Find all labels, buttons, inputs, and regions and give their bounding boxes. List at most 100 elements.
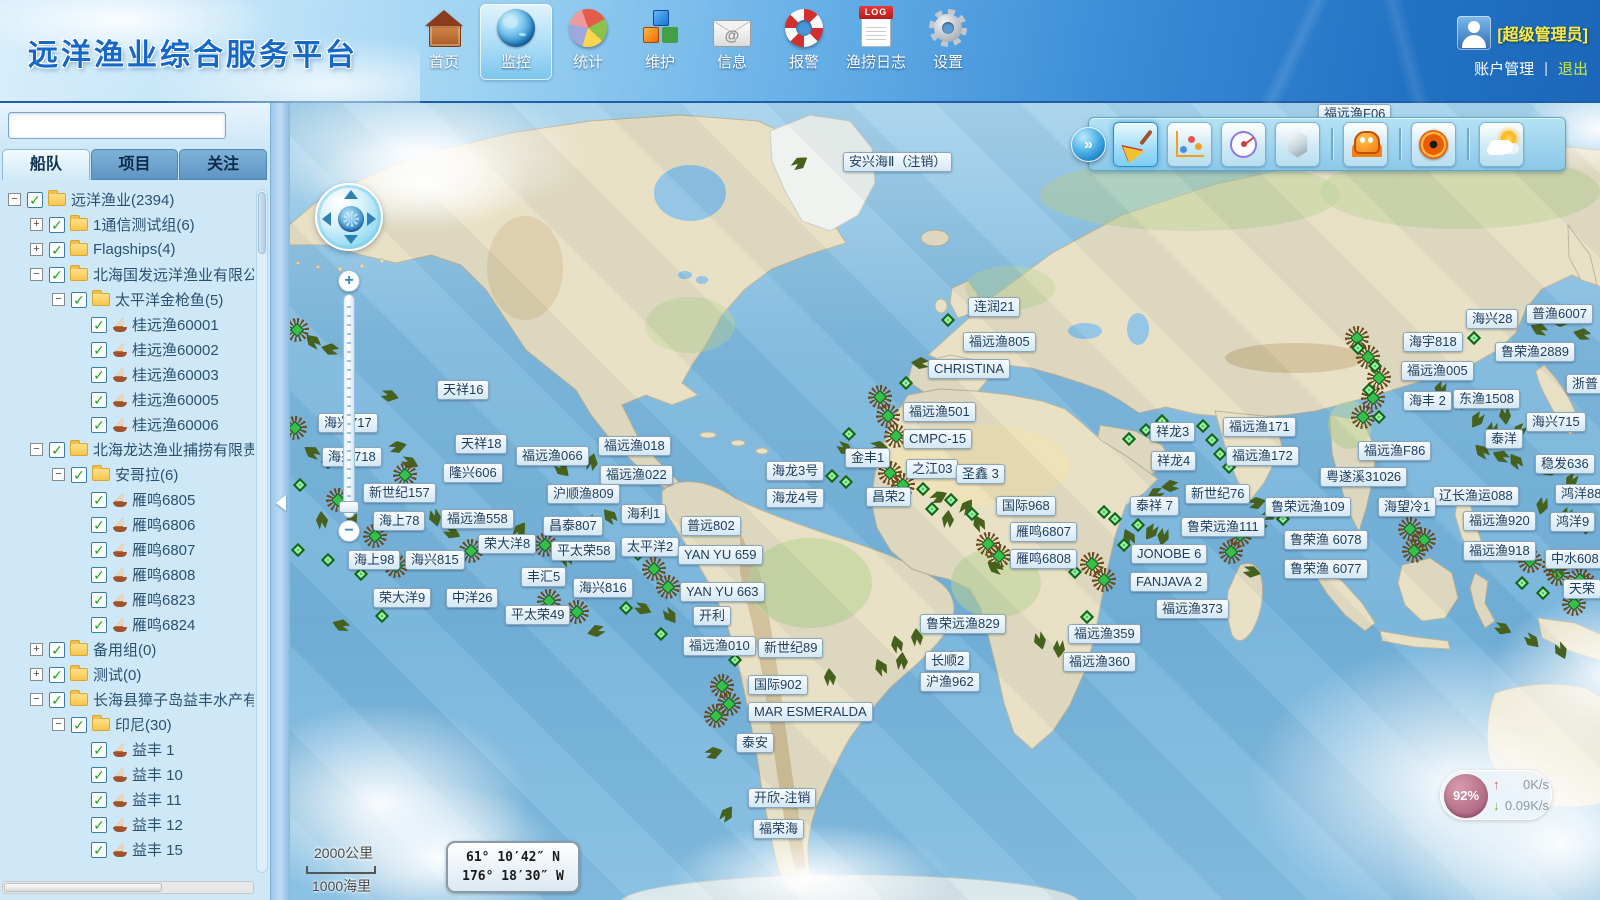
tool-broom-button[interactable] xyxy=(1113,122,1158,167)
vessel-label[interactable]: 国际968 xyxy=(996,496,1056,516)
checkbox[interactable]: ✓ xyxy=(49,442,65,458)
vessel-label[interactable]: 泰祥 7 xyxy=(1130,496,1179,516)
vessel-label[interactable]: 海利1 xyxy=(621,504,666,524)
vessel-label[interactable]: 海兴816 xyxy=(573,578,633,598)
tree-node[interactable]: −✓安哥拉(6) xyxy=(0,462,254,487)
vessel-label[interactable]: 开利 xyxy=(693,606,731,626)
vessel-label[interactable]: 粤遂溪31026 xyxy=(1320,467,1407,487)
vessel-label[interactable]: 国际902 xyxy=(748,675,808,695)
vessel-label[interactable]: 福远渔918 xyxy=(1463,541,1536,561)
tree-node[interactable]: ✓雁鸣6807 xyxy=(0,537,254,562)
tree-node[interactable]: ✓雁鸣6808 xyxy=(0,562,254,587)
nav-item-info[interactable]: 信息 xyxy=(696,9,768,80)
pan-down-icon[interactable] xyxy=(344,235,358,244)
checkbox[interactable]: ✓ xyxy=(91,317,107,333)
account-management-link[interactable]: 账户管理 xyxy=(1474,58,1534,79)
vessel-label[interactable]: 福远渔022 xyxy=(600,465,673,485)
checkbox[interactable]: ✓ xyxy=(71,292,87,308)
pan-left-icon[interactable] xyxy=(322,212,331,226)
checkbox[interactable]: ✓ xyxy=(91,517,107,533)
vessel-label[interactable]: 新世纪76 xyxy=(1185,484,1250,504)
nav-item-monitor[interactable]: 监控 xyxy=(480,4,552,80)
checkbox[interactable]: ✓ xyxy=(49,242,65,258)
checkbox[interactable]: ✓ xyxy=(91,592,107,608)
checkbox[interactable]: ✓ xyxy=(49,217,65,233)
vessel-label[interactable]: 普渔6007 xyxy=(1526,304,1593,324)
tool-skull-button[interactable] xyxy=(1343,122,1388,167)
vessel-label[interactable]: MAR ESMERALDA xyxy=(748,702,873,722)
vessel-label[interactable]: 海上98 xyxy=(348,550,400,570)
checkbox[interactable]: ✓ xyxy=(49,692,65,708)
tree-node[interactable]: ✓益丰 15 xyxy=(0,837,254,862)
search-input[interactable] xyxy=(8,112,226,139)
vessel-label[interactable]: 昌泰807 xyxy=(543,516,603,536)
checkbox[interactable]: ✓ xyxy=(91,567,107,583)
tree-node[interactable]: ✓益丰 11 xyxy=(0,787,254,812)
sidebar-collapse-icon[interactable] xyxy=(276,495,286,511)
vessel-label[interactable]: 太平洋2 xyxy=(621,537,679,557)
vessel-label[interactable]: 海兴28 xyxy=(1466,309,1518,329)
nav-item-settings[interactable]: 设置 xyxy=(912,4,984,80)
vessel-label[interactable]: 福远渔558 xyxy=(441,509,514,529)
vessel-label[interactable]: 浙普 xyxy=(1566,374,1600,394)
expander-toggle[interactable]: − xyxy=(30,443,43,456)
checkbox[interactable]: ✓ xyxy=(71,467,87,483)
vessel-label[interactable]: 海兴815 xyxy=(405,550,465,570)
expander-toggle[interactable]: + xyxy=(30,243,43,256)
vessel-label[interactable]: CMPC-15 xyxy=(903,429,972,449)
tree-node[interactable]: ✓桂远渔60005 xyxy=(0,387,254,412)
tab-关注[interactable]: 关注 xyxy=(179,149,267,180)
vessel-label[interactable]: 沪顺渔809 xyxy=(547,484,620,504)
vessel-label[interactable]: 泰洋 xyxy=(1485,429,1523,449)
tool-gauge-button[interactable] xyxy=(1221,122,1266,167)
tree-node[interactable]: ✓雁鸣6823 xyxy=(0,587,254,612)
vessel-label[interactable]: 海兴715 xyxy=(1526,412,1586,432)
vessel-label[interactable]: 福远渔373 xyxy=(1156,599,1229,619)
tool-ring-button[interactable] xyxy=(1411,122,1456,167)
vessel-label[interactable]: FANJAVA 2 xyxy=(1130,572,1208,592)
vessel-label[interactable]: 福远渔359 xyxy=(1068,624,1141,644)
expander-toggle[interactable]: − xyxy=(52,293,65,306)
tree-horizontal-scrollbar[interactable] xyxy=(2,881,254,894)
expander-toggle[interactable]: − xyxy=(52,468,65,481)
vessel-label[interactable]: 海龙4号 xyxy=(766,488,824,508)
tree-node[interactable]: ✓桂远渔60001 xyxy=(0,312,254,337)
vessel-label[interactable]: 祥龙3 xyxy=(1150,422,1195,442)
vessel-label[interactable]: 普远802 xyxy=(681,516,741,536)
vessel-label[interactable]: 鸿洋9 xyxy=(1550,512,1595,532)
vessel-label[interactable]: 东渔1508 xyxy=(1453,389,1520,409)
vessel-marker[interactable] xyxy=(1402,539,1426,563)
checkbox[interactable]: ✓ xyxy=(91,767,107,783)
vessel-label[interactable]: 安兴海Ⅱ（注销） xyxy=(843,152,952,172)
vessel-label[interactable]: 雁鸣6807 xyxy=(1010,522,1077,542)
vessel-label[interactable]: CHRISTINA xyxy=(928,359,1010,379)
checkbox[interactable]: ✓ xyxy=(91,792,107,808)
vessel-label[interactable]: 平太荣58 xyxy=(551,541,616,561)
vessel-label[interactable]: 辽长渔运088 xyxy=(1433,486,1519,506)
vessel-label[interactable]: JONOBE 6 xyxy=(1131,544,1207,564)
vessel-label[interactable]: 鲁荣远渔109 xyxy=(1265,497,1351,517)
tab-船队[interactable]: 船队 xyxy=(2,149,90,180)
checkbox[interactable]: ✓ xyxy=(49,642,65,658)
tab-项目[interactable]: 项目 xyxy=(91,149,179,180)
vessel-label[interactable]: 鲁荣远渔829 xyxy=(920,614,1006,634)
vessel-label[interactable]: 祥龙4 xyxy=(1151,451,1196,471)
vessel-label[interactable]: 泰安 xyxy=(736,733,774,753)
expander-toggle[interactable]: + xyxy=(30,668,43,681)
expander-toggle[interactable]: − xyxy=(30,268,43,281)
map[interactable]: 安兴海Ⅱ（注销）福远渔F06天祥16海兴717海兴718天祥18隆兴606福远渔… xyxy=(290,103,1600,900)
vessel-label[interactable]: 福远渔F86 xyxy=(1358,441,1431,461)
vessel-label[interactable]: 荣大洋8 xyxy=(478,534,536,554)
vessel-label[interactable]: 天祥16 xyxy=(437,380,489,400)
tree-node[interactable]: ✓雁鸣6806 xyxy=(0,512,254,537)
checkbox[interactable]: ✓ xyxy=(91,842,107,858)
zoom-slider-track[interactable] xyxy=(343,294,355,518)
vessel-label[interactable]: 天荣 xyxy=(1563,579,1600,599)
vessel-label[interactable]: 福荣海 xyxy=(753,819,804,839)
zoom-in-button[interactable]: + xyxy=(338,270,360,292)
checkbox[interactable]: ✓ xyxy=(91,492,107,508)
vessel-label[interactable]: 鲁荣渔 6078 xyxy=(1284,530,1368,550)
vessel-label[interactable]: 鲁荣远渔111 xyxy=(1181,517,1265,537)
vessel-label[interactable]: 海上78 xyxy=(373,511,425,531)
tree-node[interactable]: −✓太平洋金枪鱼(5) xyxy=(0,287,254,312)
